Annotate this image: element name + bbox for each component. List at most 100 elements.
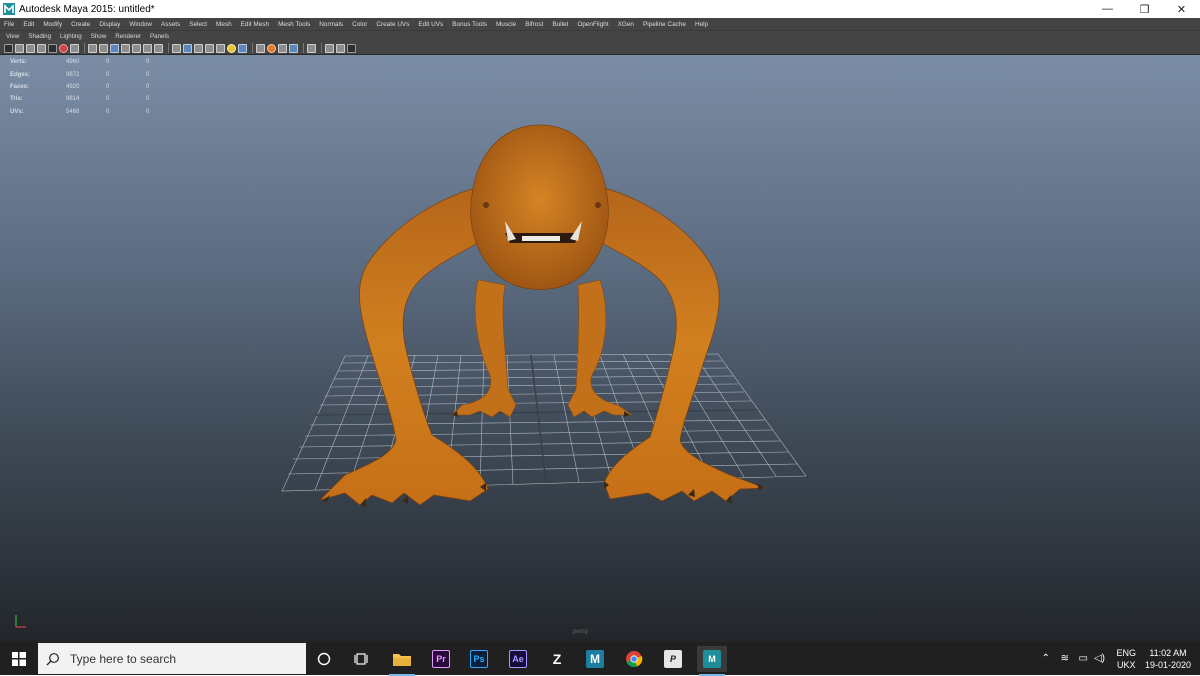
camera-attributes-icon[interactable] xyxy=(15,43,24,53)
hud-value: 0 xyxy=(146,71,150,78)
taskbar-file-explorer[interactable] xyxy=(387,646,417,676)
taskbar-search-box[interactable]: Type here to search xyxy=(38,643,306,674)
hud-label: UVs: xyxy=(10,108,24,115)
close-button[interactable]: ✕ xyxy=(1163,0,1200,18)
isolate-select-icon[interactable] xyxy=(307,43,316,53)
panel-menu-lighting[interactable]: Lighting xyxy=(60,31,82,42)
hud-value: 9814 xyxy=(66,96,80,103)
panel-menu-panels[interactable]: Panels xyxy=(150,31,169,42)
grid-icon[interactable] xyxy=(70,43,79,53)
input-language-indicator[interactable]: ENG UKX xyxy=(1116,647,1136,671)
motion-blur-icon[interactable] xyxy=(267,43,276,53)
hud-value: 0 xyxy=(146,83,150,90)
windows-logo-icon xyxy=(11,651,26,666)
menu-display[interactable]: Display xyxy=(99,18,120,31)
resolution-gate-icon[interactable] xyxy=(99,43,108,53)
menu-create[interactable]: Create xyxy=(71,18,90,31)
menu-help[interactable]: Help xyxy=(695,18,708,31)
hud-label: Faces: xyxy=(10,83,30,90)
task-view-button[interactable] xyxy=(347,646,377,672)
taskbar-premiere[interactable]: Pr xyxy=(426,646,456,672)
wireframe-on-shaded-icon[interactable] xyxy=(194,43,203,53)
viewport-renderer-icon[interactable] xyxy=(347,43,356,53)
toolbar-separator xyxy=(321,43,322,53)
panel-menu-shading[interactable]: Shading xyxy=(28,31,51,42)
hud-row-faces: Faces: 4920 0 0 xyxy=(10,81,186,93)
use-all-lights-icon[interactable] xyxy=(227,43,236,53)
select-camera-icon[interactable] xyxy=(4,43,13,53)
menu-edit-uvs[interactable]: Edit UVs xyxy=(418,18,443,31)
maya-icon: M xyxy=(703,650,721,668)
taskbar-mudbox[interactable]: M xyxy=(580,646,610,672)
wireframe-icon[interactable] xyxy=(172,43,181,53)
menu-edit-mesh[interactable]: Edit Mesh xyxy=(241,18,269,31)
taskbar-after-effects[interactable]: Ae xyxy=(503,646,533,672)
chevron-up-icon[interactable]: ⌃ xyxy=(1042,653,1050,664)
panel-menu-renderer[interactable]: Renderer xyxy=(115,31,141,42)
grease-pencil-icon[interactable] xyxy=(59,43,68,53)
film-gate-icon[interactable] xyxy=(88,43,97,53)
menu-select[interactable]: Select xyxy=(189,18,207,31)
taskbar-photoshop[interactable]: Ps xyxy=(464,646,494,672)
smooth-shade-icon[interactable] xyxy=(183,43,192,53)
image-plane-icon[interactable] xyxy=(37,43,46,53)
xray-icon[interactable] xyxy=(216,43,225,53)
hud-value: 0 xyxy=(106,83,110,90)
menu-normals[interactable]: Normals xyxy=(319,18,343,31)
wifi-icon[interactable]: ≋ xyxy=(1061,653,1069,664)
menu-openflight[interactable]: OpenFlight xyxy=(577,18,608,31)
panel-menu-show[interactable]: Show xyxy=(91,31,106,42)
textured-icon[interactable] xyxy=(205,43,214,53)
camera-label: persp xyxy=(573,629,589,635)
gate-mask-icon[interactable] xyxy=(110,43,119,53)
xray-active-icon[interactable] xyxy=(336,43,345,53)
anti-aliasing-icon[interactable] xyxy=(278,43,287,53)
clock[interactable]: 11:02 AM 19-01-2020 xyxy=(1142,647,1194,671)
menu-create-uvs[interactable]: Create UVs xyxy=(376,18,409,31)
screen-space-ao-icon[interactable] xyxy=(256,43,265,53)
panel-menu-view[interactable]: View xyxy=(6,31,19,42)
start-button[interactable] xyxy=(0,642,37,675)
volume-icon[interactable]: ◁) xyxy=(1094,653,1105,664)
taskbar-chrome[interactable] xyxy=(619,646,649,672)
bookmark-icon[interactable] xyxy=(26,43,35,53)
menu-modify[interactable]: Modify xyxy=(43,18,62,31)
menu-assets[interactable]: Assets xyxy=(161,18,180,31)
menu-window[interactable]: Window xyxy=(129,18,152,31)
cortana-button[interactable] xyxy=(309,646,339,672)
menu-edit[interactable]: Edit xyxy=(23,18,34,31)
depth-of-field-icon[interactable] xyxy=(289,43,298,53)
panel-toolbar xyxy=(0,42,1200,55)
hud-value: 9872 xyxy=(66,71,80,78)
xray-joints-icon[interactable] xyxy=(325,43,334,53)
shadows-icon[interactable] xyxy=(238,43,247,53)
menu-xgen[interactable]: XGen xyxy=(618,18,634,31)
battery-icon[interactable]: ▭ xyxy=(1079,653,1088,664)
menu-bonus-tools[interactable]: Bonus Tools xyxy=(452,18,487,31)
task-view-icon xyxy=(354,653,368,665)
menu-bullet[interactable]: Bullet xyxy=(552,18,568,31)
taskbar-maya[interactable]: M xyxy=(697,646,727,676)
field-chart-icon[interactable] xyxy=(121,43,130,53)
toolbar-separator xyxy=(303,43,304,53)
menu-muscle[interactable]: Muscle xyxy=(496,18,516,31)
menu-color[interactable]: Color xyxy=(352,18,367,31)
folder-icon xyxy=(393,654,411,666)
texture-placement-icon[interactable] xyxy=(154,43,163,53)
menu-file[interactable]: File xyxy=(4,18,14,31)
safe-action-icon[interactable] xyxy=(132,43,141,53)
safe-title-icon[interactable] xyxy=(143,43,152,53)
menu-pipeline-cache[interactable]: Pipeline Cache xyxy=(643,18,686,31)
menu-mesh-tools[interactable]: Mesh Tools xyxy=(278,18,310,31)
minimize-button[interactable]: — xyxy=(1089,0,1126,18)
poly-count-hud: Verts: 4960 0 0 Edges: 9872 0 0 Faces: 4… xyxy=(10,56,186,118)
scene-canvas[interactable] xyxy=(0,55,1200,642)
taskbar-pixologic[interactable]: P xyxy=(658,646,688,672)
2d-pan-zoom-icon[interactable] xyxy=(48,43,57,53)
maximize-button[interactable]: ❐ xyxy=(1126,0,1163,18)
menu-mesh[interactable]: Mesh xyxy=(216,18,232,31)
menu-bifrost[interactable]: Bifrost xyxy=(525,18,543,31)
viewport-3d[interactable]: Verts: 4960 0 0 Edges: 9872 0 0 Faces: 4… xyxy=(0,55,1200,642)
hud-label: Edges: xyxy=(10,71,31,78)
taskbar-zbrush[interactable]: Z xyxy=(542,646,572,672)
